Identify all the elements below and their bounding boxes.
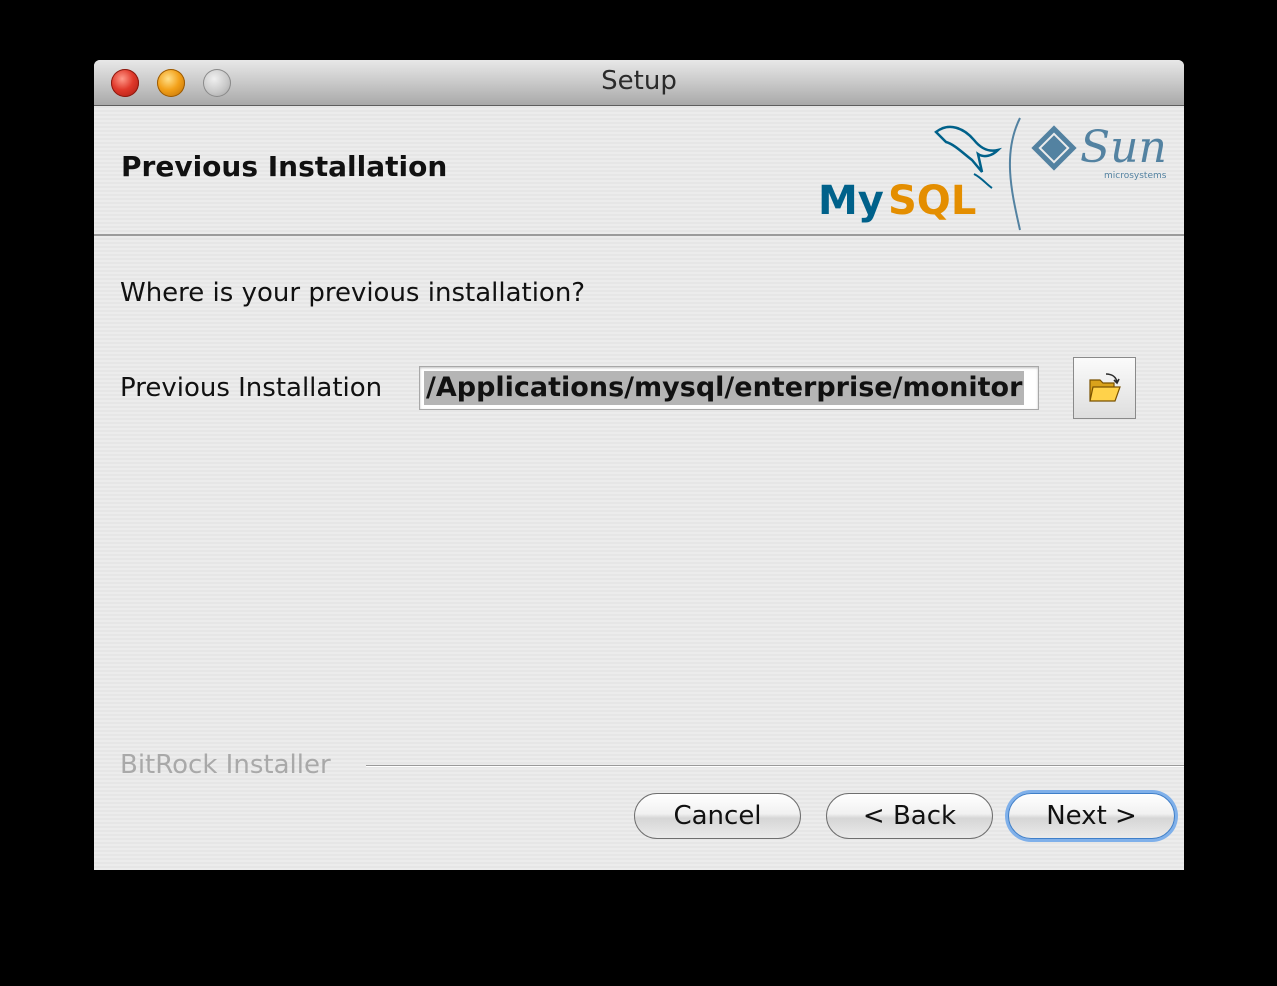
browse-folder-button[interactable]: [1073, 357, 1136, 419]
cancel-button[interactable]: Cancel: [634, 793, 801, 839]
window-title: Setup: [601, 66, 677, 96]
title-bar[interactable]: Setup: [94, 60, 1184, 106]
previous-installation-label: Previous Installation: [120, 373, 383, 403]
path-input-value: /Applications/mysql/enterprise/monitor: [424, 371, 1025, 405]
footer-divider: [366, 765, 1184, 767]
next-button[interactable]: Next >: [1008, 793, 1175, 839]
page-header: Previous Installation My SQL Sun microsy…: [94, 106, 1184, 236]
location-prompt: Where is your previous installation?: [120, 278, 586, 308]
sun-logo-text: Sun: [1080, 122, 1167, 173]
mysql-sun-logo: My SQL Sun microsystems: [818, 117, 1167, 231]
page-title: Previous Installation: [121, 150, 448, 183]
folder-open-icon: [1089, 373, 1121, 402]
vendor-logos: My SQL Sun microsystems: [814, 114, 1174, 232]
setup-window: Setup Previous Installation My SQL Sun m…: [94, 60, 1184, 870]
svg-text:SQL: SQL: [888, 178, 976, 224]
installer-brand: BitRock Installer: [120, 750, 331, 780]
svg-text:microsystems: microsystems: [1104, 171, 1167, 181]
svg-text:My: My: [818, 178, 884, 224]
previous-installation-path-input[interactable]: /Applications/mysql/enterprise/monitor: [419, 366, 1039, 410]
back-button[interactable]: < Back: [826, 793, 993, 839]
